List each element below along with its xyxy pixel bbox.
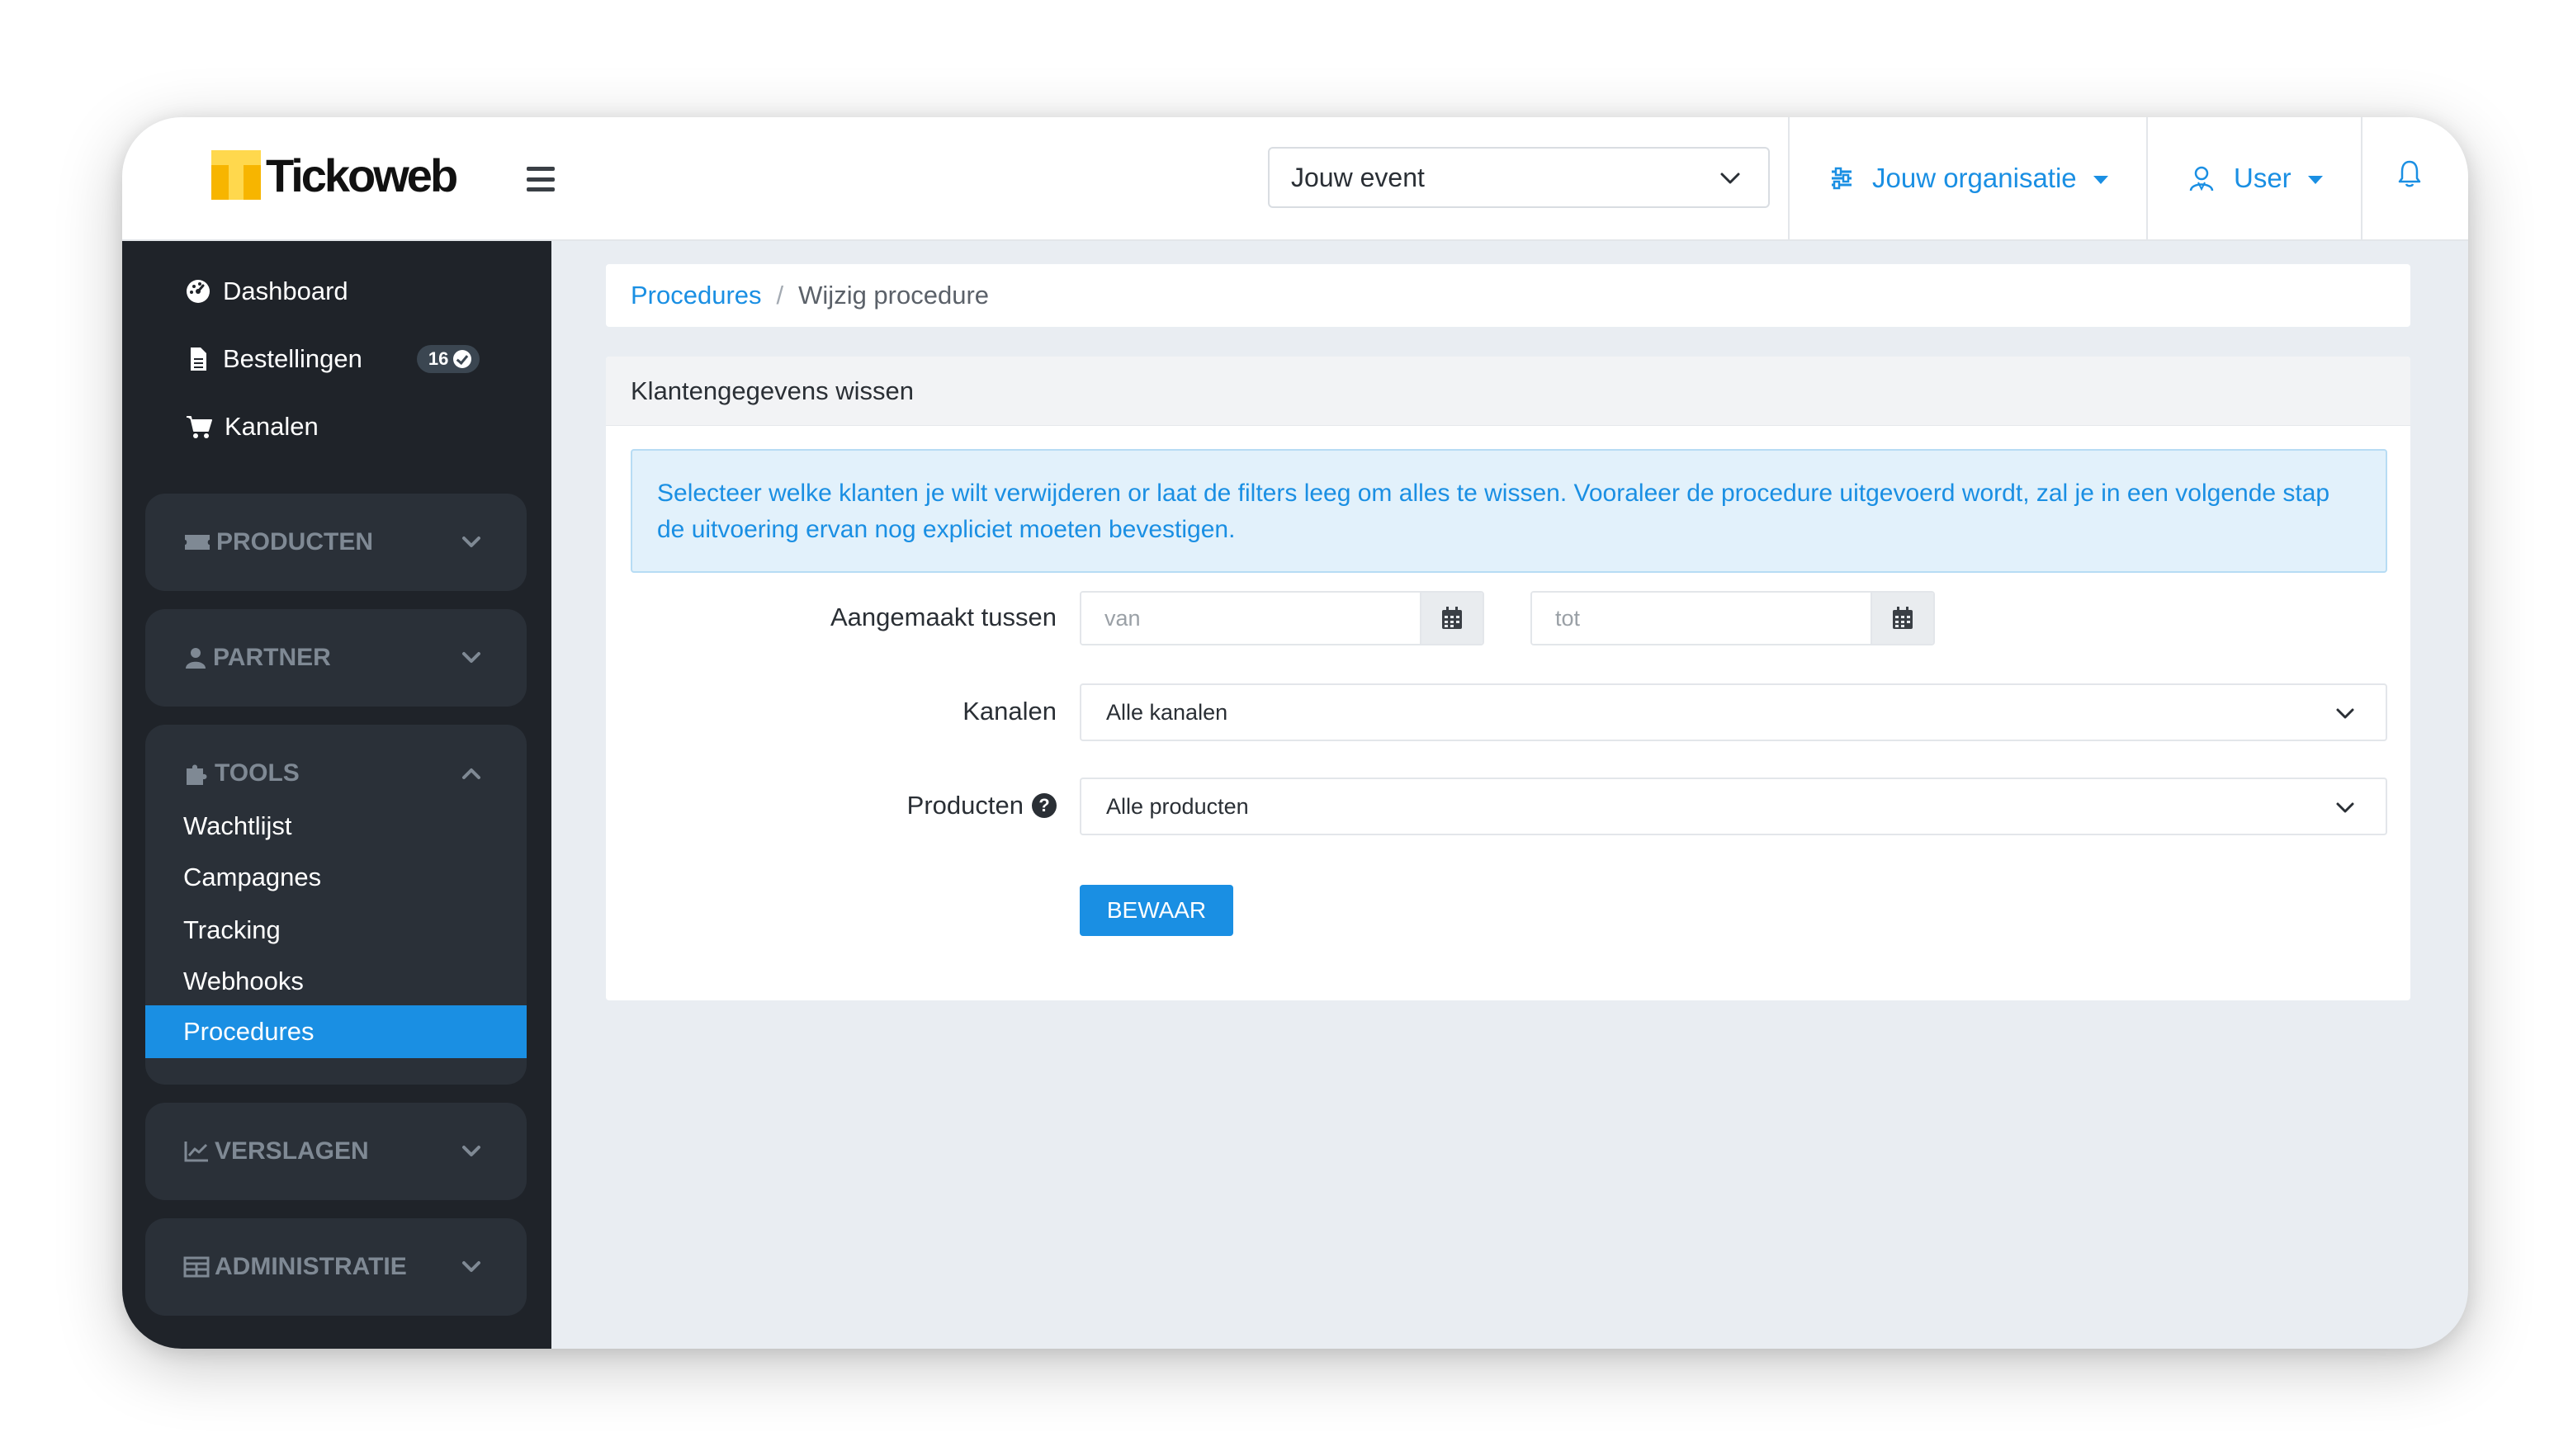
chevron-down-icon [2336,802,2354,813]
group-label: PRODUCTEN [216,528,374,555]
chevron-down-icon [462,652,480,663]
date-to-calendar-button[interactable] [1871,593,1933,644]
logo-text: Tickoweb [266,149,458,201]
sidebar-item-kanalen[interactable]: Kanalen [185,406,319,447]
menu-toggle-icon[interactable] [527,167,555,191]
sidebar-group-header[interactable]: ADMINISTRATIE [183,1218,502,1316]
sidebar-item-wachtlijst[interactable]: Wachtlijst [183,806,291,847]
ticket-icon [185,535,210,550]
group-label: PARTNER [213,644,331,671]
date-to-input[interactable] [1532,593,1871,644]
products-label-text: Producten [906,791,1024,820]
sidebar-group-header[interactable]: PRODUCTEN [183,494,502,591]
logo-mark-icon [211,150,261,200]
group-label: ADMINISTRATIE [215,1253,407,1280]
sidebar-item-label: Wachtlijst [183,811,292,840]
sidebar-item-tracking[interactable]: Tracking [183,910,281,951]
card-title-text: Klantengegevens wissen [631,376,914,405]
sidebar-group-verslagen[interactable]: VERSLAGEN [145,1103,527,1200]
sidebar-group-producten[interactable]: PRODUCTEN [145,494,527,591]
user-icon [2189,166,2214,191]
chevron-down-icon [462,537,480,547]
group-label: TOOLS [215,759,300,787]
sidebar-item-campagnes[interactable]: Campagnes [183,857,321,898]
date-to-group [1530,591,1935,645]
cart-icon [187,416,212,438]
sidebar-group-header[interactable]: PARTNER [183,609,502,707]
calendar-icon [1442,607,1462,629]
created-between-label-text: Aangemaakt tussen [830,603,1057,631]
date-from-group [1080,591,1484,645]
chevron-down-icon [462,1146,480,1156]
channels-select[interactable]: Alle kanalen [1080,683,2387,741]
sidebar-item-label: Tracking [183,915,281,944]
table-icon [183,1256,210,1278]
sidebar-group-administratie[interactable]: ADMINISTRATIE [145,1218,527,1316]
sidebar-item-webhooks[interactable]: Webhooks [183,961,304,1002]
sidebar-item-label: Bestellingen [223,344,362,373]
sidebar-group-tools[interactable]: TOOLS Wachtlijst Campagnes Tracking Webh… [145,725,527,1085]
event-select[interactable]: Jouw event [1268,147,1770,208]
sidebar-item-label: Dashboard [223,277,348,305]
user-label: User [2234,163,2292,193]
group-label: VERSLAGEN [215,1137,369,1165]
organisation-menu[interactable]: Jouw organisatie [1829,155,2108,201]
breadcrumb-separator: / [776,281,784,310]
sidebar-item-dashboard[interactable]: Dashboard [185,271,348,312]
bell-icon[interactable] [2397,158,2422,188]
sidebar-item-bestellingen[interactable]: Bestellingen 16 [185,338,480,380]
breadcrumb-link-procedures[interactable]: Procedures [631,281,762,310]
top-bar: Tickoweb Jouw event Jouw organisatie Use… [122,117,2468,241]
sidebar-group-partner[interactable]: PARTNER [145,609,527,707]
chevron-down-icon [1720,173,1740,184]
chevron-down-icon [462,1261,480,1272]
event-select-value: Jouw event [1291,162,1425,192]
divider [2361,117,2362,241]
badge-count: 16 [428,348,449,369]
breadcrumb-current: Wijzig procedure [798,281,990,310]
chevron-down-icon [2336,708,2354,719]
channels-label: Kanalen [962,683,1057,740]
user-menu[interactable]: User [2187,155,2323,201]
products-select[interactable]: Alle producten [1080,778,2387,835]
channels-select-value: Alle kanalen [1106,699,1228,725]
file-icon [191,347,206,371]
products-select-value: Alle producten [1106,793,1249,819]
chevron-up-icon [462,768,480,779]
date-from-calendar-button[interactable] [1420,593,1483,644]
products-label: Producten ? [907,778,1057,834]
sidebar-item-label: Procedures [183,1017,315,1046]
sidebar-item-label: Campagnes [183,863,322,891]
sidebar-group-header[interactable]: VERSLAGEN [183,1103,502,1200]
sliders-icon [1832,167,1852,190]
dashboard-icon [187,280,210,303]
created-between-label: Aangemaakt tussen [830,589,1057,645]
caret-down-icon [2093,176,2108,184]
orders-count-badge: 16 [416,345,480,373]
chart-icon [184,1142,208,1162]
caret-down-icon [2307,176,2323,184]
sidebar-item-label: Webhooks [183,967,304,995]
info-alert: Selecteer welke klanten je wilt verwijde… [631,449,2387,573]
date-from-input[interactable] [1081,593,1420,644]
save-button[interactable]: BEWAAR [1080,885,1233,936]
partner-icon [186,648,206,669]
procedure-card: Klantengegevens wissen Selecteer welke k… [606,357,2410,1000]
sidebar: Dashboard Bestellingen 16 Kanalen PRODUC… [122,241,551,1349]
sidebar-item-label: Kanalen [225,412,319,441]
logo[interactable]: Tickoweb [211,149,458,201]
divider [2146,117,2148,241]
help-icon[interactable]: ? [1032,793,1057,818]
divider [1788,117,1790,241]
organisation-label: Jouw organisatie [1872,163,2077,193]
check-circle-icon [453,350,472,368]
puzzle-icon [187,764,207,785]
calendar-icon [1893,607,1913,629]
app-window: Tickoweb Jouw event Jouw organisatie Use… [122,117,2468,1349]
sidebar-item-procedures[interactable]: Procedures [145,1005,527,1058]
card-title: Klantengegevens wissen [606,357,2410,426]
sidebar-item-label-wrap: Procedures [183,1011,315,1052]
breadcrumb: Procedures / Wijzig procedure [606,264,2410,327]
channels-label-text: Kanalen [962,697,1057,726]
